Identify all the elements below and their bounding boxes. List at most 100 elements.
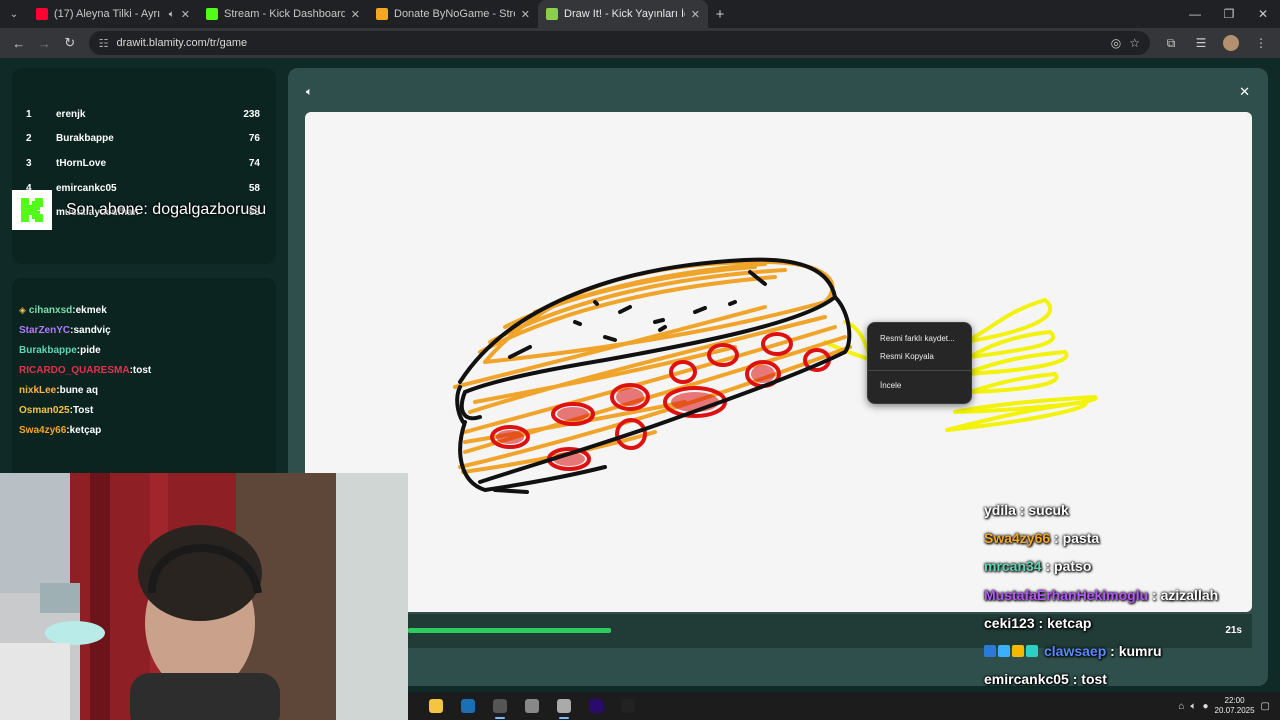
- chat-username: cihanxsd: [28, 304, 73, 316]
- chat-message: ◈ cihanxsd: ekmek: [19, 300, 269, 320]
- kick-logo-icon: [12, 190, 52, 230]
- forward-icon[interactable]: →: [32, 30, 58, 56]
- context-menu: Resmi farklı kaydet... Resmi Kopyala İnc…: [867, 322, 972, 404]
- obs-icon[interactable]: [484, 692, 516, 720]
- stream-chat-message: clawsaep : kumru: [984, 637, 1280, 665]
- apps-icon[interactable]: [516, 692, 548, 720]
- file-explorer-icon[interactable]: [420, 692, 452, 720]
- save-image-as-item[interactable]: Resmi farklı kaydet...: [868, 329, 971, 347]
- reload-icon[interactable]: ↻: [57, 30, 83, 56]
- chat-message: Osman025: Tost: [19, 400, 269, 420]
- stream-chat-username: mrcan34: [984, 558, 1042, 575]
- windows-taskbar: ⌂ 🔈︎ ● 22:00 20.07.2025 ▢: [408, 692, 1280, 720]
- clock[interactable]: 22:00 20.07.2025: [1215, 696, 1255, 716]
- stream-chat-message: mrcan34 : patso: [984, 552, 1280, 580]
- epic-icon[interactable]: [612, 692, 644, 720]
- browser-tab-bar: ⌄ (17) Aleyna Tilki - Ayrı Gitm🔈︎✕Stream…: [0, 0, 1280, 28]
- tracking-off-icon[interactable]: ◎: [1111, 36, 1121, 50]
- restore-icon[interactable]: ❐: [1212, 0, 1246, 28]
- chat-message: StarZenYC: sandviç: [19, 320, 269, 340]
- chat-badge-icon: [1026, 645, 1038, 658]
- copy-image-item[interactable]: Resmi Kopyala: [868, 347, 971, 365]
- chat-badge-icon: [984, 645, 996, 658]
- tab-close-icon[interactable]: ✕: [351, 8, 360, 21]
- chat-text: sandviç: [73, 324, 111, 336]
- reading-list-icon[interactable]: ☰: [1188, 31, 1214, 55]
- stream-chat-username: MustafaErhanHekimoglu: [984, 586, 1149, 603]
- stream-chat-message: Swa4zy66 : pasta: [984, 524, 1280, 552]
- stream-chat-separator: :: [1015, 502, 1029, 519]
- tab-audio-icon[interactable]: 🔈︎: [169, 9, 175, 20]
- chat-username: Burakbappe: [19, 344, 77, 356]
- close-game-icon[interactable]: ✕: [1239, 84, 1250, 100]
- inspect-item[interactable]: İncele: [868, 376, 971, 394]
- bookmark-star-icon[interactable]: ☆: [1129, 36, 1140, 50]
- stream-chat-separator: :: [1050, 530, 1063, 547]
- leaderboard-name: Burakbappe: [56, 133, 114, 145]
- volume-icon[interactable]: 🔈︎: [1190, 701, 1196, 712]
- chat-message: Swa4zy66: ketçap: [19, 420, 269, 440]
- stream-chat-username: ydila: [984, 502, 1016, 519]
- premiere-icon[interactable]: [580, 692, 612, 720]
- browser-tab[interactable]: Stream - Kick Dashboard ✕: [198, 0, 368, 28]
- leaderboard-name: erenjk: [56, 108, 86, 120]
- browser-icon[interactable]: [548, 692, 580, 720]
- tab-favicon: [546, 8, 558, 20]
- leaderboard-score: 74: [248, 157, 260, 169]
- leaderboard-panel: 1 erenjk 238 2 Burakbappe 76 3 tHornLove 74 4 emir…: [12, 68, 276, 264]
- notification-icon[interactable]: ▢: [1261, 701, 1270, 712]
- minimize-icon[interactable]: —: [1178, 0, 1212, 28]
- clock-date: 20.07.2025: [1214, 706, 1255, 715]
- new-tab-button[interactable]: +: [708, 6, 732, 23]
- game-chat-panel: ◈ cihanxsd: ekmek StarZenYC: sandviç Burakbap…: [12, 278, 276, 478]
- extensions-icon[interactable]: ⧉: [1158, 31, 1184, 55]
- stream-chat-message: emircankc05 : tost: [984, 665, 1280, 693]
- chat-text: ketçap: [69, 424, 102, 436]
- clock-time: 22:00: [1224, 696, 1245, 705]
- tab-close-icon[interactable]: ✕: [181, 8, 190, 21]
- chat-text: pide: [80, 344, 101, 356]
- url-text[interactable]: drawit.blamity.com/tr/game: [117, 37, 1103, 49]
- stream-chat-username: clawsaep: [1044, 643, 1107, 660]
- profile-avatar[interactable]: [1218, 31, 1244, 55]
- chat-badge-icon: [998, 645, 1010, 658]
- chat-badge-icon: [1012, 645, 1024, 658]
- stream-chat-text: azizallah: [1160, 586, 1219, 603]
- menu-divider: [868, 370, 971, 371]
- sound-icon[interactable]: 🔈︎: [306, 86, 313, 99]
- omnibox[interactable]: ☷ drawit.blamity.com/tr/game ◎ ☆: [88, 31, 1151, 55]
- subscriber-overlay: Son abone: dogalgazborusu: [12, 190, 284, 230]
- steam-icon[interactable]: [452, 692, 484, 720]
- leaderboard-score: 238: [243, 108, 260, 120]
- chat-text: bune aq: [59, 384, 98, 396]
- tab-close-icon[interactable]: ✕: [691, 8, 700, 21]
- tab-title: (17) Aleyna Tilki - Ayrı Gitm: [54, 8, 163, 20]
- chat-text: tost: [132, 364, 152, 376]
- chat-message: RICARDO_QUARESMA: tost: [19, 360, 269, 380]
- stream-chat-text: ketcap: [1047, 614, 1092, 631]
- site-info-icon[interactable]: ☷: [99, 37, 109, 50]
- chat-username: RICARDO_QUARESMA: [19, 364, 130, 376]
- network-icon[interactable]: ⌂: [1178, 701, 1184, 712]
- tab-search-icon[interactable]: ⌄: [0, 0, 28, 28]
- back-icon[interactable]: ←: [6, 30, 32, 56]
- webcam-feed: [0, 473, 408, 720]
- stream-chat-text: kumru: [1118, 643, 1162, 660]
- close-window-icon[interactable]: ✕: [1246, 0, 1280, 28]
- browser-tab[interactable]: Draw It! - Kick Yayınları İçin Çizi ✕: [538, 0, 708, 28]
- chat-username: StarZenYC: [19, 324, 71, 336]
- tab-title: Stream - Kick Dashboard: [224, 8, 345, 20]
- leaderboard-rank: 3: [26, 157, 32, 169]
- address-toolbar: ← → ↻ ☷ drawit.blamity.com/tr/game ◎ ☆ ⧉…: [0, 28, 1280, 58]
- tab-close-icon[interactable]: ✕: [521, 8, 530, 21]
- browser-tab[interactable]: Donate ByNoGame - Streamer ✕: [368, 0, 538, 28]
- stream-chat-separator: :: [1041, 558, 1055, 575]
- menu-kebab-icon[interactable]: ⋮: [1248, 31, 1274, 55]
- microphone-icon[interactable]: ●: [1202, 701, 1208, 712]
- chat-text: Tost: [72, 404, 94, 416]
- stream-chat-separator: :: [1068, 671, 1082, 688]
- chat-text: ekmek: [75, 304, 107, 316]
- leaderboard-score: 76: [248, 133, 260, 145]
- browser-tab[interactable]: (17) Aleyna Tilki - Ayrı Gitm 🔈︎ ✕: [28, 0, 198, 28]
- stream-chat-message: MustafaErhanHekimoglu : azizallah: [984, 581, 1280, 609]
